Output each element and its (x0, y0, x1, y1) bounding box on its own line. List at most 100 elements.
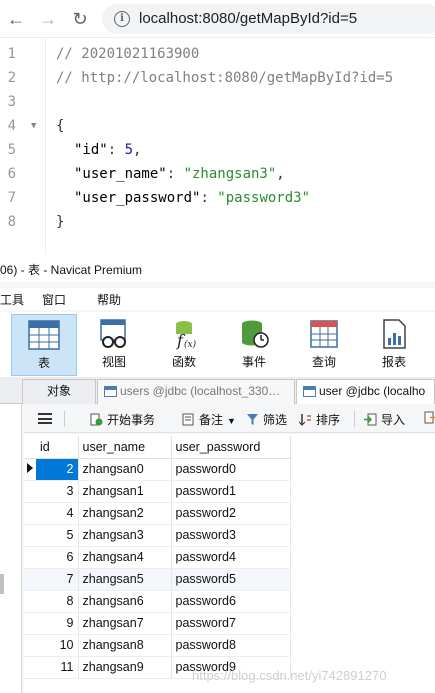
cell-user-name[interactable]: zhangsan7 (78, 612, 172, 635)
info-icon[interactable]: i (114, 11, 130, 27)
cell-user-password[interactable]: password5 (171, 568, 291, 591)
toolbar-function-button[interactable]: f (x) 函数 (151, 314, 217, 376)
watermark-text: https://blog.csdn.net/yi742891270 (192, 668, 387, 683)
row-marker[interactable] (24, 546, 36, 569)
cell-user-password[interactable]: password7 (171, 612, 291, 635)
menu-item-window[interactable]: 窗口 (42, 291, 66, 308)
cell-id[interactable]: 3 (36, 480, 79, 503)
cell-user-name[interactable]: zhangsan1 (78, 480, 172, 503)
line-number: 4 (7, 118, 16, 134)
browser-toolbar: ← → ↻ i localhost:8080/getMapById?id=5 (0, 0, 435, 38)
toolbar-view-button[interactable]: 视图 (81, 314, 147, 376)
forward-arrow-icon[interactable]: → (38, 9, 58, 29)
cell-user-name[interactable]: zhangsan8 (78, 634, 172, 657)
toolbar-report-button[interactable]: 报表 (361, 314, 427, 376)
table-row[interactable]: 4 zhangsan2 password2 (24, 502, 291, 525)
dropdown-arrow-icon[interactable]: ▼ (227, 416, 236, 426)
cell-user-name[interactable]: zhangsan6 (78, 590, 172, 613)
cell-user-name[interactable]: zhangsan0 (78, 458, 172, 481)
row-marker[interactable] (24, 634, 36, 657)
cell-user-password[interactable]: password0 (171, 458, 291, 481)
fold-toggle-icon[interactable]: ▼ (31, 114, 36, 138)
cell-user-password[interactable]: password2 (171, 502, 291, 525)
filter-icon (247, 414, 258, 425)
back-arrow-icon[interactable]: ← (6, 9, 26, 29)
tab-users-table[interactable]: users @jdbc (localhost_330… (97, 379, 295, 404)
cell-user-name[interactable]: zhangsan9 (78, 656, 172, 679)
sort-button[interactable]: 排序 (299, 411, 340, 428)
table-row[interactable]: 9 zhangsan7 password7 (24, 612, 291, 635)
tab-objects[interactable]: 对象 (22, 379, 96, 404)
url-text[interactable]: localhost:8080/getMapById?id=5 (139, 10, 357, 27)
cell-id[interactable]: 8 (36, 590, 79, 613)
import-label: 导入 (381, 413, 406, 427)
table-row[interactable]: 5 zhangsan3 password3 (24, 524, 291, 547)
reload-icon[interactable]: ↻ (70, 9, 90, 29)
sort-icon (299, 414, 311, 426)
cell-id[interactable]: 4 (36, 502, 79, 525)
navicat-window: 06) - 表 - Navicat Premium 工具 窗口 帮助 表 视图 … (0, 258, 435, 693)
main-toolbar: 表 视图 f (x) 函数 事件 查询 报表 (0, 312, 435, 378)
line-number: 3 (7, 94, 16, 110)
json-separator: : (200, 190, 218, 206)
row-marker[interactable] (24, 458, 36, 481)
cell-id[interactable]: 10 (36, 634, 79, 657)
table-row[interactable]: 7 zhangsan5 password5 (24, 568, 291, 591)
menu-icon[interactable] (38, 413, 52, 424)
cell-user-password[interactable]: password8 (171, 634, 291, 657)
data-grid: id user_name user_password 2 zhangsan0 pas… (24, 434, 435, 693)
memo-button[interactable]: 备注 ▼ (182, 411, 236, 428)
cell-user-password[interactable]: password4 (171, 546, 291, 569)
row-marker[interactable] (24, 590, 36, 613)
row-marker[interactable] (24, 524, 36, 547)
toolbar-event-button[interactable]: 事件 (221, 314, 287, 376)
cell-id[interactable]: 9 (36, 612, 79, 635)
filter-button[interactable]: 筛选 (246, 411, 287, 428)
cell-user-name[interactable]: zhangsan5 (78, 568, 172, 591)
menu-item-tools[interactable]: 工具 (0, 291, 24, 308)
row-marker[interactable] (24, 656, 36, 679)
row-marker[interactable] (24, 612, 36, 635)
separator (64, 411, 65, 427)
cell-id[interactable]: 6 (36, 546, 79, 569)
code-line: 6 "user_name": "zhangsan3", (0, 162, 435, 186)
cell-id[interactable]: 7 (36, 568, 79, 591)
cell-id[interactable]: 11 (36, 656, 79, 679)
toolbar-label: 表 (37, 356, 50, 370)
report-icon (383, 319, 406, 349)
toolbar-query-button[interactable]: 查询 (291, 314, 357, 376)
address-bar[interactable]: i localhost:8080/getMapById?id=5 (102, 4, 435, 34)
tab-label: users @jdbc (localhost_330… (120, 384, 281, 398)
table-row[interactable]: 6 zhangsan4 password4 (24, 546, 291, 569)
tab-user-table[interactable]: user @jdbc (localho (296, 379, 435, 404)
tab-bar: 对象 users @jdbc (localhost_330… user @jdb… (0, 377, 435, 404)
cell-user-password[interactable]: password3 (171, 524, 291, 547)
toolbar-table-button[interactable]: 表 (11, 314, 77, 376)
column-header-id[interactable]: id (36, 436, 79, 459)
table-row[interactable]: 3 zhangsan1 password1 (24, 480, 291, 503)
column-header-user-password[interactable]: user_password (171, 436, 291, 459)
json-comma: , (133, 142, 142, 158)
row-marker[interactable] (24, 480, 36, 503)
cell-user-password[interactable]: password1 (171, 480, 291, 503)
export-button[interactable] (424, 411, 435, 425)
table-row[interactable]: 2 zhangsan0 password0 (24, 458, 291, 481)
scrollbar-thumb[interactable] (0, 574, 4, 594)
row-marker[interactable] (24, 568, 36, 591)
cell-user-name[interactable]: zhangsan4 (78, 546, 172, 569)
column-header-user-name[interactable]: user_name (78, 436, 172, 459)
table-row[interactable]: 8 zhangsan6 password6 (24, 590, 291, 613)
cell-user-name[interactable]: zhangsan3 (78, 524, 172, 547)
import-button[interactable]: 导入 (364, 411, 405, 428)
table-row[interactable]: 10 zhangsan8 password8 (24, 634, 291, 657)
table-icon (303, 386, 316, 397)
cell-id[interactable]: 2 (36, 458, 79, 481)
begin-transaction-button[interactable]: 开始事务 (90, 411, 155, 428)
toolbar-label: 视图 (101, 355, 126, 369)
cell-id[interactable]: 5 (36, 524, 79, 547)
cell-user-name[interactable]: zhangsan2 (78, 502, 172, 525)
menu-bar: 工具 窗口 帮助 (0, 288, 435, 310)
menu-item-help[interactable]: 帮助 (97, 291, 121, 308)
cell-user-password[interactable]: password6 (171, 590, 291, 613)
row-marker[interactable] (24, 502, 36, 525)
